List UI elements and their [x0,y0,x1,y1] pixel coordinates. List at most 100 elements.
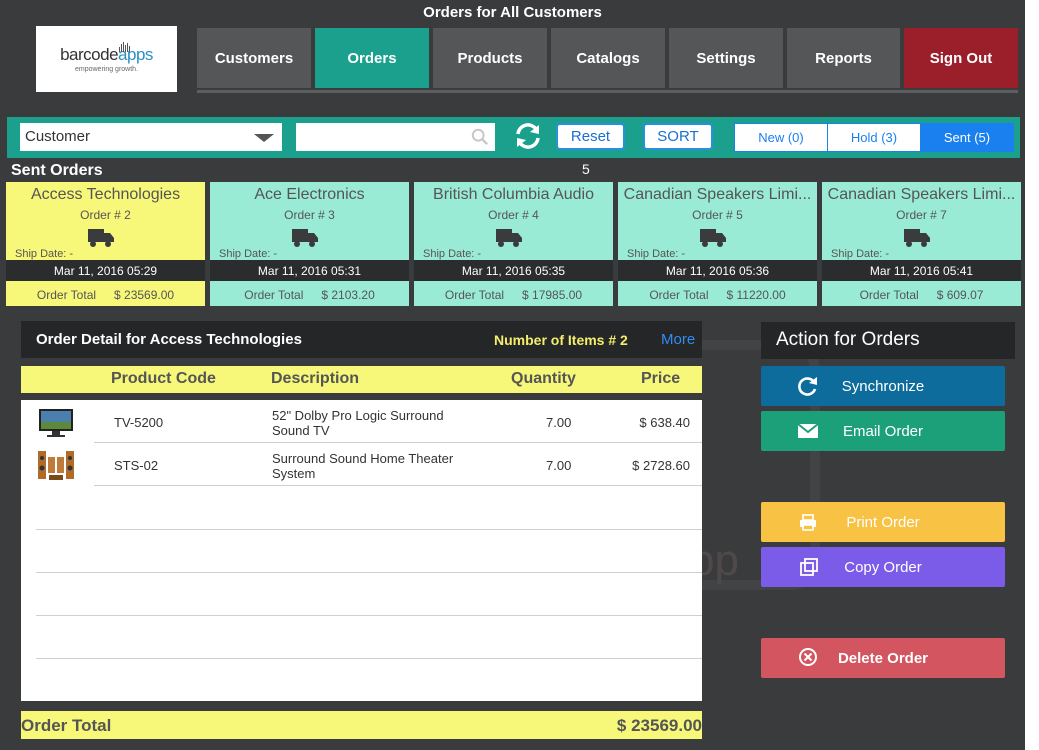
print-order-button[interactable]: Print Order [761,502,1005,542]
column-header-price: Price [641,370,681,387]
table-header: Product Code Description Quantity Price [21,366,702,393]
orders-count: 5 [582,161,590,177]
order-total-label: Order Total [21,716,112,735]
truck-icon [700,229,726,247]
top-bar: Orders for All Customers barcodeapps emp… [0,0,1025,110]
order-detail-title: Order Detail for Access Technologies [36,331,302,348]
customer-filter-select[interactable]: Customer [20,123,282,151]
column-header-description: Description [271,370,360,387]
card-order-date: Mar 11, 2016 05:36 [618,260,817,281]
tv-icon [39,409,73,437]
logo-barcode-icon [119,42,131,52]
nav-orders[interactable]: Orders [315,28,429,88]
card-customer-name: Canadian Speakers Limi... [623,186,812,203]
card-order-date: Mar 11, 2016 05:29 [6,260,205,281]
barcodeapps-logo: barcodeapps empowering growth. [36,26,177,92]
nav-sign-out[interactable]: Sign Out [904,28,1018,88]
card-total-label: Order Total [244,288,304,302]
card-total-label: Order Total [444,288,505,302]
refresh-icon[interactable] [513,121,543,151]
reset-button[interactable]: Reset [556,123,625,150]
row-description-line1: Surround Sound Home Theater [272,451,454,466]
main-nav: Customers Orders Products Catalogs Setti… [197,28,1018,88]
card-order-number: Order # 3 [284,208,335,222]
synchronize-label: Synchronize [841,377,925,395]
card-ship-date: Ship Date: - [627,248,686,260]
search-input[interactable] [296,123,495,151]
card-customer-name: Canadian Speakers Limi... [827,186,1016,203]
action-panel-title: Action for Orders [761,322,1015,359]
card-total-value: $ 11220.00 [726,288,786,302]
copy-order-button[interactable]: Copy Order [761,547,1005,587]
email-order-button[interactable]: Email Order [761,411,1005,451]
nav-divider [197,90,1018,93]
row-description-line2: Sound TV [272,423,330,438]
nav-customers[interactable]: Customers [197,28,311,88]
row-quantity: 7.00 [546,415,572,430]
nav-reports[interactable]: Reports [787,28,900,88]
filter-bar: Customer Reset SORT New (0) Hold (3) Sen… [7,117,1020,158]
segment-hold[interactable]: Hold (3) [828,124,921,151]
table-row[interactable]: STS-02 Surround Sound Home Theater Syste… [21,443,702,486]
card-total-value: $ 2103.20 [321,288,375,302]
chevron-down-icon [254,134,274,142]
empty-row-divider [36,615,702,616]
card-total-value: $ 17985.00 [522,288,583,302]
empty-row-divider [36,529,702,530]
print-order-label: Print Order [846,513,920,531]
logo-tagline: empowering growth. [74,66,139,73]
card-order-number: Order # 2 [80,208,131,222]
order-detail-header: Order Detail for Access Technologies Num… [21,321,702,358]
sort-button[interactable]: SORT [643,123,713,150]
status-segmented-control: New (0) Hold (3) Sent (5) [734,123,1014,152]
order-card[interactable]: Canadian Speakers Limi... Order # 5 Ship… [618,182,817,306]
table-row[interactable]: TV-5200 52" Dolby Pro Logic Surround Sou… [21,400,702,443]
email-order-label: Email Order [842,422,924,440]
card-total: Order Total $ 17985.00 [414,288,613,302]
card-total-value: $ 23569.00 [114,288,175,302]
card-total-label: Order Total [649,288,709,302]
row-description-line1: 52" Dolby Pro Logic Surround [272,408,444,423]
truck-icon [292,229,318,247]
truck-icon [496,229,522,247]
order-card[interactable]: Access Technologies Order # 2 Ship Date:… [6,182,205,306]
card-customer-name: Ace Electronics [254,186,365,203]
synchronize-button[interactable]: Synchronize [761,366,1005,406]
order-card[interactable]: British Columbia Audio Order # 4 Ship Da… [414,182,613,306]
segment-sent[interactable]: Sent (5) [921,124,1013,151]
order-total-value: $ 23569.00 [616,716,702,735]
row-quantity: 7.00 [546,458,572,473]
order-card[interactable]: Ace Electronics Order # 3 Ship Date: - M… [210,182,409,306]
items-count: Number of Items # 2 [494,331,628,348]
card-order-date: Mar 11, 2016 05:35 [414,260,613,281]
card-order-number: Order # 5 [692,208,743,222]
search-icon [471,128,489,146]
nav-catalogs[interactable]: Catalogs [551,28,665,88]
card-ship-date: Ship Date: - [831,248,890,260]
row-price: $ 638.40 [639,415,690,430]
window-edge [1025,0,1039,750]
card-total-label: Order Total [859,288,919,302]
card-customer-name: British Columbia Audio [433,186,594,203]
card-ship-date: Ship Date: - [15,248,74,260]
speakers-icon [38,451,74,480]
empty-row-divider [36,658,702,659]
order-card[interactable]: Canadian Speakers Limi... Order # 7 Ship… [822,182,1021,306]
more-link[interactable]: More [661,331,695,348]
order-total-bar: Order Total $ 23569.00 [21,711,702,739]
card-total-value: $ 609.07 [936,288,984,302]
order-items-table: TV-5200 52" Dolby Pro Logic Surround Sou… [21,400,702,701]
nav-settings[interactable]: Settings [669,28,783,88]
card-order-date: Mar 11, 2016 05:31 [210,260,409,281]
page-title: Orders for All Customers [423,4,602,21]
card-ship-date: Ship Date: - [219,248,278,260]
delete-order-label: Delete Order [837,649,929,667]
order-cards: Access Technologies Order # 2 Ship Date:… [6,182,1021,306]
segment-new[interactable]: New (0) [735,124,828,151]
card-ship-date: Ship Date: - [423,248,482,260]
nav-products[interactable]: Products [433,28,547,88]
truck-icon [904,229,930,247]
copy-order-label: Copy Order [844,558,922,576]
delete-order-button[interactable]: Delete Order [761,638,1005,678]
card-total: Order Total $ 2103.20 [210,288,409,302]
